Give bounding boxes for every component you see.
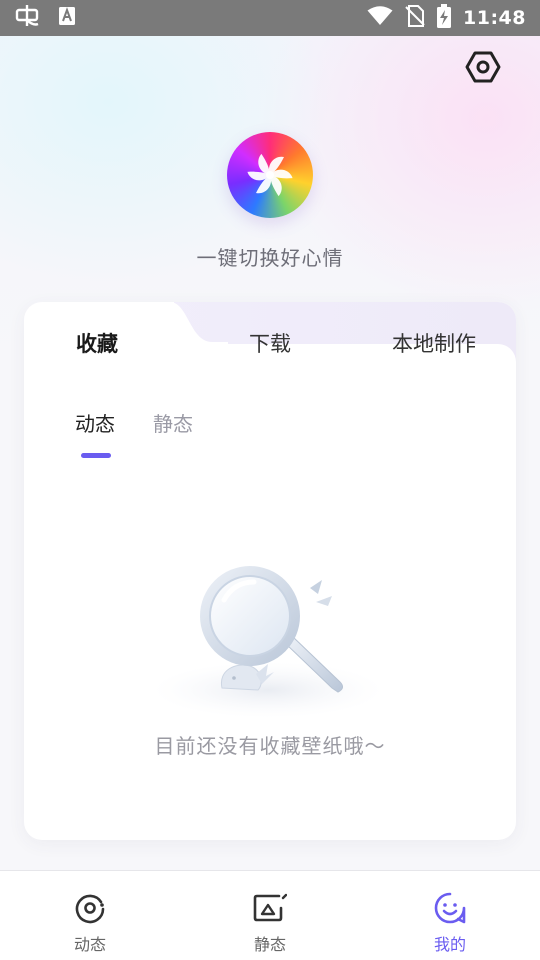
- subtab-dynamic[interactable]: 动态: [75, 408, 115, 437]
- empty-state-message: 目前还没有收藏壁纸哦～: [154, 734, 386, 758]
- no-sim-icon: [405, 5, 425, 31]
- dynamic-disc-icon: [73, 891, 107, 925]
- nav-item-static[interactable]: 静态: [180, 871, 360, 960]
- magnifier-whale-illustration: [153, 566, 383, 718]
- wifi-icon: [367, 6, 393, 30]
- tab-local-creation[interactable]: 本地制作: [392, 328, 476, 358]
- settings-button[interactable]: [464, 50, 502, 88]
- status-bar: 11:48: [0, 0, 540, 36]
- nav-item-mine[interactable]: 我的: [360, 871, 540, 960]
- nav-label-static: 静态: [253, 935, 286, 954]
- tab-downloads[interactable]: 下载: [249, 328, 291, 358]
- bug-notification-icon: [14, 4, 40, 32]
- mine-ghost-icon: [433, 891, 467, 925]
- screen: 11:48 一键切换好心情 收藏 下载 本地制作 动态 静态 目前还没有收藏壁纸…: [0, 0, 540, 960]
- subtab-static[interactable]: 静态: [153, 408, 193, 437]
- app-logo: [227, 132, 313, 218]
- bottom-navigation: 动态 静态 我的: [0, 870, 540, 960]
- subtab-indicator: [81, 453, 111, 458]
- pinwheel-logo-icon: [247, 153, 293, 197]
- tab-favorites[interactable]: 收藏: [76, 328, 118, 358]
- status-time: 11:48: [463, 7, 526, 29]
- hexagon-settings-icon: [465, 49, 501, 89]
- slogan-text: 一键切换好心情: [196, 246, 344, 270]
- static-image-icon: [253, 891, 287, 925]
- font-notification-icon: [58, 6, 76, 30]
- nav-label-dynamic: 动态: [73, 935, 106, 954]
- nav-label-mine: 我的: [433, 935, 466, 954]
- nav-item-dynamic[interactable]: 动态: [0, 871, 180, 960]
- battery-charging-icon: [437, 4, 452, 32]
